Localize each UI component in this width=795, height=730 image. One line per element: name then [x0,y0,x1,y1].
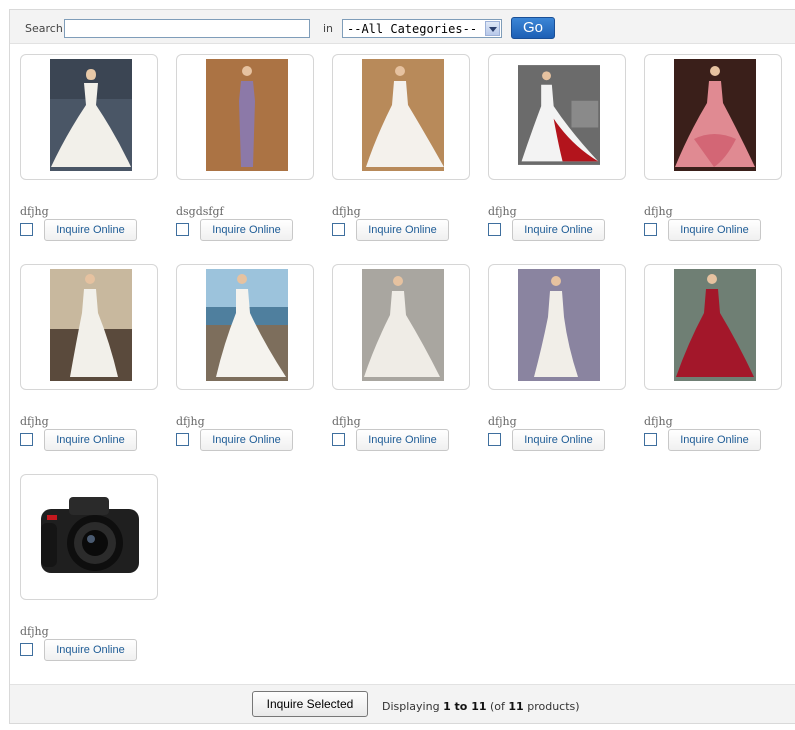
inquire-online-button[interactable]: Inquire Online [356,219,449,241]
inquire-online-button[interactable]: Inquire Online [356,429,449,451]
search-input[interactable] [64,19,310,38]
chevron-down-icon[interactable] [485,21,500,36]
product-card[interactable] [644,264,782,390]
pagination-summary: Displaying 1 to 11 (of 11 products) [382,700,580,713]
total-count: 11 [508,700,524,713]
product-name[interactable]: dsgdsfgf [176,205,224,218]
inquire-online-button[interactable]: Inquire Online [200,429,293,451]
product-name[interactable]: dfjhg [488,415,517,428]
product-checkbox[interactable] [644,223,657,236]
inquire-online-button[interactable]: Inquire Online [512,219,605,241]
product-checkbox[interactable] [488,433,501,446]
product-name[interactable]: dfjhg [644,205,673,218]
search-label: Search: [25,22,67,35]
inquire-online-button[interactable]: Inquire Online [44,429,137,451]
product-checkbox[interactable] [20,643,33,656]
product-card[interactable] [176,54,314,180]
product-image[interactable] [674,269,756,381]
product-checkbox[interactable] [176,223,189,236]
product-image[interactable] [518,269,600,381]
inquire-online-button[interactable]: Inquire Online [512,429,605,451]
product-image[interactable] [518,59,600,171]
product-card[interactable] [176,264,314,390]
product-image[interactable] [362,269,444,381]
category-select[interactable]: --All Categories-- [342,19,502,38]
product-name[interactable]: dfjhg [20,415,49,428]
product-name[interactable]: dfjhg [20,625,49,638]
inquire-selected-button[interactable]: Inquire Selected [252,691,368,717]
inquire-online-button[interactable]: Inquire Online [44,639,137,661]
product-card[interactable] [20,264,158,390]
display-range: 1 to 11 [443,700,487,713]
product-card[interactable] [332,54,470,180]
product-name[interactable]: dfjhg [176,415,205,428]
product-card[interactable] [488,264,626,390]
product-name[interactable]: dfjhg [488,205,517,218]
product-card[interactable] [20,474,158,600]
product-image[interactable] [674,59,756,171]
search-bar: Search: in --All Categories-- Go [10,10,795,44]
product-checkbox[interactable] [20,433,33,446]
product-image[interactable] [362,59,444,171]
products-suffix: products) [527,700,580,713]
product-image[interactable] [50,269,132,381]
product-name[interactable]: dfjhg [332,415,361,428]
inquire-online-button[interactable]: Inquire Online [668,219,761,241]
category-select-value: --All Categories-- [347,22,478,36]
product-name[interactable]: dfjhg [20,205,49,218]
product-checkbox[interactable] [488,223,501,236]
product-image[interactable] [39,493,141,577]
product-checkbox[interactable] [20,223,33,236]
product-checkbox[interactable] [176,433,189,446]
product-name[interactable]: dfjhg [644,415,673,428]
product-card[interactable] [488,54,626,180]
go-button[interactable]: Go [511,17,555,39]
product-image[interactable] [50,59,132,171]
inquire-online-button[interactable]: Inquire Online [668,429,761,451]
footer-bar: Inquire Selected Displaying 1 to 11 (of … [10,684,795,723]
product-image[interactable] [206,59,288,171]
of-label: (of [490,700,505,713]
product-checkbox[interactable] [644,433,657,446]
in-label: in [323,22,334,35]
displaying-prefix: Displaying [382,700,440,713]
product-card[interactable] [332,264,470,390]
inquire-online-button[interactable]: Inquire Online [200,219,293,241]
product-checkbox[interactable] [332,223,345,236]
product-name[interactable]: dfjhg [332,205,361,218]
inquire-online-button[interactable]: Inquire Online [44,219,137,241]
product-checkbox[interactable] [332,433,345,446]
product-card[interactable] [20,54,158,180]
product-image[interactable] [206,269,288,381]
product-card[interactable] [644,54,782,180]
